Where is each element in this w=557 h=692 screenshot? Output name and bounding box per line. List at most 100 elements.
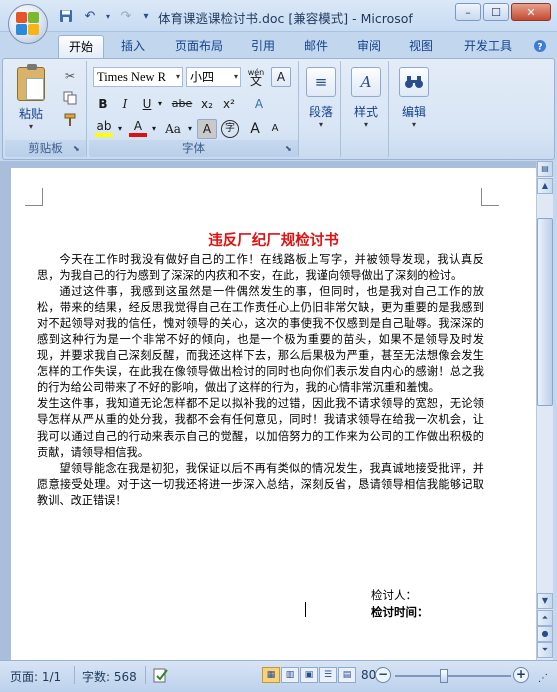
undo-button[interactable]: ↶: [80, 7, 100, 25]
clipboard-icon: [17, 64, 45, 101]
cut-icon[interactable]: ✂: [61, 67, 79, 85]
window-controls: – ☐ ✕: [455, 3, 551, 21]
subscript-button[interactable]: x₂: [197, 94, 217, 114]
tab-view[interactable]: 视图: [398, 35, 444, 58]
paragraph-button[interactable]: ≡ 段落 ▾: [299, 67, 343, 141]
clipboard-launcher-icon[interactable]: ⬊: [73, 144, 83, 154]
zoom-out-button[interactable]: −: [375, 667, 391, 683]
bold-button[interactable]: B: [93, 94, 113, 114]
paragraph-group: ≡ 段落 ▾: [301, 61, 341, 157]
select-browse-object-button[interactable]: ●: [537, 626, 553, 642]
underline-button[interactable]: U: [137, 94, 157, 114]
print-layout-view-button[interactable]: ▦: [262, 667, 280, 683]
clear-formatting-button[interactable]: A: [249, 94, 269, 114]
phonetic-guide-button[interactable]: wén 文: [245, 67, 267, 87]
italic-button[interactable]: I: [115, 94, 135, 114]
status-separator: [145, 666, 146, 684]
office-button[interactable]: [8, 4, 48, 44]
proofing-icon[interactable]: [152, 666, 170, 687]
font-name-combo[interactable]: Times New R ▾: [93, 67, 183, 87]
underline-dropdown-icon[interactable]: ▾: [155, 94, 165, 114]
paragraph-1: 今天在工作时我没有做好自己的工作！在线路板上写字，并被领导发现，我认真反思，为我…: [37, 253, 484, 283]
font-name-dropdown-icon[interactable]: ▾: [176, 68, 180, 86]
tab-mailings[interactable]: 邮件: [293, 35, 339, 58]
styles-icon: A: [351, 67, 381, 97]
ribbon: 粘贴 ▾ ✂ 剪贴板 ⬊ Times New R ▾ 小四 ▾ wén 文 A …: [2, 58, 555, 160]
crop-mark-top-left: [25, 188, 43, 206]
format-painter-icon[interactable]: [61, 111, 79, 129]
vertical-scrollbar[interactable]: ▤ ▲ ▼ ⏶ ● ⏷: [536, 161, 553, 660]
tab-references[interactable]: 引用: [240, 35, 286, 58]
zoom-slider-thumb[interactable]: [439, 669, 448, 683]
font-size-combo[interactable]: 小四 ▾: [186, 67, 241, 87]
paragraph-3: 发生这件事，我知道无论怎样都不足以拟补我的过错，因此我不请求领导的宽恕，无论领导…: [37, 397, 484, 459]
styles-dropdown-icon: ▾: [363, 120, 368, 129]
scroll-up-button[interactable]: ▲: [537, 178, 553, 194]
scroll-down-button[interactable]: ▼: [537, 593, 553, 609]
tab-insert[interactable]: 插入: [110, 35, 156, 58]
shrink-font-button[interactable]: A: [265, 119, 285, 139]
text-cursor: [305, 602, 306, 617]
grow-font-button[interactable]: A: [245, 119, 265, 139]
zoom-in-button[interactable]: +: [513, 667, 529, 683]
font-name-value: Times New R: [97, 70, 166, 84]
font-color-button[interactable]: A: [127, 119, 149, 139]
font-group-label: 字体: [89, 140, 298, 157]
character-border-button[interactable]: A: [271, 67, 291, 87]
font-launcher-icon[interactable]: ⬊: [285, 144, 295, 154]
help-icon[interactable]: ?: [528, 35, 552, 58]
tab-page-layout[interactable]: 页面布局: [164, 35, 234, 58]
scroll-thumb[interactable]: [537, 218, 553, 406]
highlight-button[interactable]: ab: [93, 119, 115, 139]
paragraph-icon: ≡: [306, 67, 336, 97]
change-case-dropdown-icon[interactable]: ▾: [186, 119, 194, 139]
word-count[interactable]: 字数: 568: [82, 668, 137, 685]
office-logo-icon: [16, 12, 40, 36]
font-size-dropdown-icon[interactable]: ▾: [234, 68, 238, 86]
zoom-slider-track[interactable]: [395, 675, 511, 677]
close-button[interactable]: ✕: [511, 3, 551, 21]
redo-button[interactable]: ↷: [116, 7, 136, 25]
web-layout-view-button[interactable]: ▣: [300, 667, 318, 683]
tab-review[interactable]: 审阅: [346, 35, 392, 58]
tab-developer[interactable]: 开发工具: [453, 35, 523, 58]
save-icon[interactable]: [56, 7, 76, 25]
styles-button[interactable]: A 样式 ▾: [344, 67, 388, 141]
binoculars-icon: [399, 67, 429, 97]
maximize-button[interactable]: ☐: [483, 3, 509, 21]
undo-dropdown-icon[interactable]: ▾: [104, 7, 112, 25]
copy-icon[interactable]: [61, 89, 79, 107]
ruler-toggle-icon[interactable]: ▤: [537, 161, 553, 177]
previous-page-button[interactable]: ⏶: [537, 610, 553, 626]
minimize-button[interactable]: –: [455, 3, 481, 21]
qat-customize-button[interactable]: ▾: [140, 7, 152, 25]
change-case-button[interactable]: Aa: [161, 119, 185, 139]
editing-button[interactable]: 编辑 ▾: [392, 67, 436, 141]
document-body: 今天在工作时我没有做好自己的工作！在线路板上写字，并被领导发现，我认真反思，为我…: [37, 252, 484, 509]
paragraph-dropdown-icon: ▾: [318, 120, 323, 129]
font-color-label: A: [133, 119, 143, 133]
draft-view-button[interactable]: ▤: [338, 667, 356, 683]
paste-button[interactable]: 粘贴 ▾: [11, 64, 51, 137]
editing-label: 编辑: [401, 105, 426, 119]
character-shading-button[interactable]: A: [197, 119, 217, 139]
full-screen-reading-view-button[interactable]: ▥: [281, 667, 299, 683]
outline-view-button[interactable]: ☰: [319, 667, 337, 683]
window-title: 体育课逃课检讨书.doc [兼容模式] - Microsof: [158, 11, 413, 26]
next-page-button[interactable]: ⏷: [537, 642, 553, 658]
resize-grip-icon[interactable]: ⋰: [538, 673, 548, 684]
clipboard-group: 粘贴 ▾ ✂ 剪贴板 ⬊: [5, 61, 87, 157]
svg-text:?: ?: [537, 43, 542, 53]
font-color-dropdown-icon[interactable]: ▾: [150, 119, 158, 139]
highlight-dropdown-icon[interactable]: ▾: [116, 119, 124, 139]
strikethrough-button[interactable]: abe: [169, 94, 195, 114]
document-page[interactable]: 违反厂纪厂规检讨书 今天在工作时我没有做好自己的工作！在线路板上写字，并被领导发…: [11, 168, 536, 660]
tab-home[interactable]: 开始: [58, 35, 104, 58]
phonetic-guide-char: 文: [249, 74, 262, 88]
paste-dropdown-icon: ▾: [28, 122, 33, 131]
superscript-button[interactable]: x²: [219, 94, 239, 114]
editing-group: 编辑 ▾: [391, 61, 437, 157]
styles-label: 样式: [353, 105, 378, 119]
enclose-characters-button[interactable]: 字: [221, 120, 239, 138]
page-count[interactable]: 页面: 1/1: [10, 668, 61, 685]
